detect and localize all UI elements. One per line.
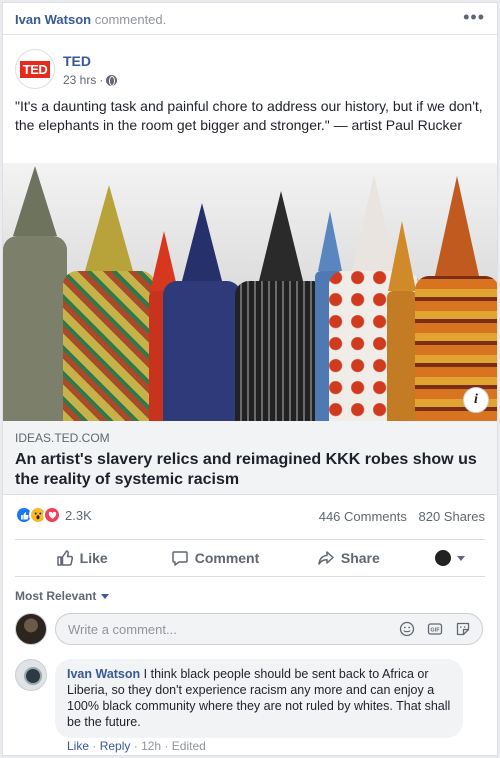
robe-figure bbox=[3, 166, 67, 421]
chevron-down-icon bbox=[101, 593, 110, 599]
robe-figure bbox=[387, 221, 417, 421]
comment-bubble-icon bbox=[171, 551, 188, 566]
comment-time[interactable]: 12h bbox=[141, 739, 161, 753]
sort-label: Most Relevant bbox=[15, 589, 97, 603]
thumbs-up-icon bbox=[56, 550, 73, 566]
reactions-summary[interactable]: 2.3K bbox=[15, 506, 92, 524]
actor-name-link[interactable]: Ivan Watson bbox=[15, 12, 91, 27]
globe-icon[interactable] bbox=[106, 74, 118, 86]
comment-button[interactable]: Comment bbox=[148, 549, 281, 567]
chevron-down-icon bbox=[456, 555, 465, 561]
robe-figure bbox=[235, 191, 327, 421]
meta-separator: · bbox=[133, 739, 138, 753]
comment-edited-label[interactable]: Edited bbox=[172, 739, 206, 753]
share-label: Share bbox=[340, 550, 380, 566]
like-button[interactable]: Like bbox=[15, 549, 148, 567]
robe-figure bbox=[415, 176, 497, 421]
post-stats: 2.3K 446 Comments 820 Shares bbox=[3, 503, 497, 531]
activity-text: Ivan Watson commented. bbox=[15, 12, 166, 27]
post-image[interactable]: i bbox=[3, 163, 497, 421]
post-meta: 23 hrs · bbox=[63, 73, 118, 87]
share-count[interactable]: 820 Shares bbox=[419, 509, 486, 524]
comment-bubble: Ivan Watson I think black people should … bbox=[55, 659, 463, 738]
comment-like-link[interactable]: Like bbox=[67, 739, 89, 753]
small-avatar bbox=[434, 550, 451, 566]
page-name-link[interactable]: TED bbox=[63, 53, 91, 69]
like-label: Like bbox=[79, 550, 108, 566]
robe-figure bbox=[63, 185, 155, 421]
commenter-avatar[interactable] bbox=[15, 659, 47, 691]
activity-header: Ivan Watson commented. ••• bbox=[3, 3, 497, 35]
comment-label: Comment bbox=[194, 550, 260, 566]
meta-separator: · bbox=[92, 739, 97, 753]
meta-separator: · bbox=[164, 739, 169, 753]
write-comment-row: GIF bbox=[15, 613, 485, 645]
svg-text:GIF: GIF bbox=[430, 628, 440, 634]
meta-separator: · bbox=[99, 73, 104, 87]
link-preview[interactable]: IDEAS.TED.COM An artist's slavery relics… bbox=[3, 421, 497, 495]
info-icon[interactable]: i bbox=[463, 387, 489, 413]
commenter-name-link[interactable]: Ivan Watson bbox=[67, 667, 140, 681]
robe-figure bbox=[163, 203, 241, 421]
share-arrow-icon bbox=[318, 551, 334, 565]
more-options-icon[interactable]: ••• bbox=[463, 7, 485, 28]
post-text: "It's a daunting task and painful chore … bbox=[15, 98, 483, 133]
love-reaction-icon bbox=[43, 506, 61, 524]
comment-input[interactable] bbox=[55, 613, 483, 645]
user-avatar[interactable] bbox=[15, 613, 47, 645]
activity-action: commented. bbox=[94, 12, 167, 27]
engagement-counts: 446 Comments 820 Shares bbox=[319, 509, 485, 524]
share-button[interactable]: Share bbox=[282, 549, 415, 567]
action-bar: Like Comment Share bbox=[15, 539, 485, 577]
ted-logo: TED bbox=[19, 60, 51, 78]
post-as-selector[interactable] bbox=[415, 550, 485, 566]
post-timestamp[interactable]: 23 hrs bbox=[63, 73, 96, 87]
comment-sort-dropdown[interactable]: Most Relevant bbox=[15, 589, 110, 603]
comment-count[interactable]: 446 Comments bbox=[319, 509, 407, 524]
link-domain: IDEAS.TED.COM bbox=[15, 431, 110, 445]
reaction-count[interactable]: 2.3K bbox=[65, 508, 92, 523]
link-headline[interactable]: An artist's slavery relics and reimagine… bbox=[15, 450, 485, 490]
comment-actions: Like · Reply · 12h · Edited bbox=[67, 739, 206, 753]
comment-reply-link[interactable]: Reply bbox=[100, 739, 131, 753]
sticker-icon[interactable] bbox=[455, 621, 471, 637]
gif-icon[interactable]: GIF bbox=[427, 621, 443, 637]
page-avatar[interactable]: TED bbox=[15, 49, 55, 89]
emoji-icon[interactable] bbox=[399, 621, 415, 637]
feed-post-card: Ivan Watson commented. ••• TED TED 23 hr… bbox=[2, 2, 498, 756]
